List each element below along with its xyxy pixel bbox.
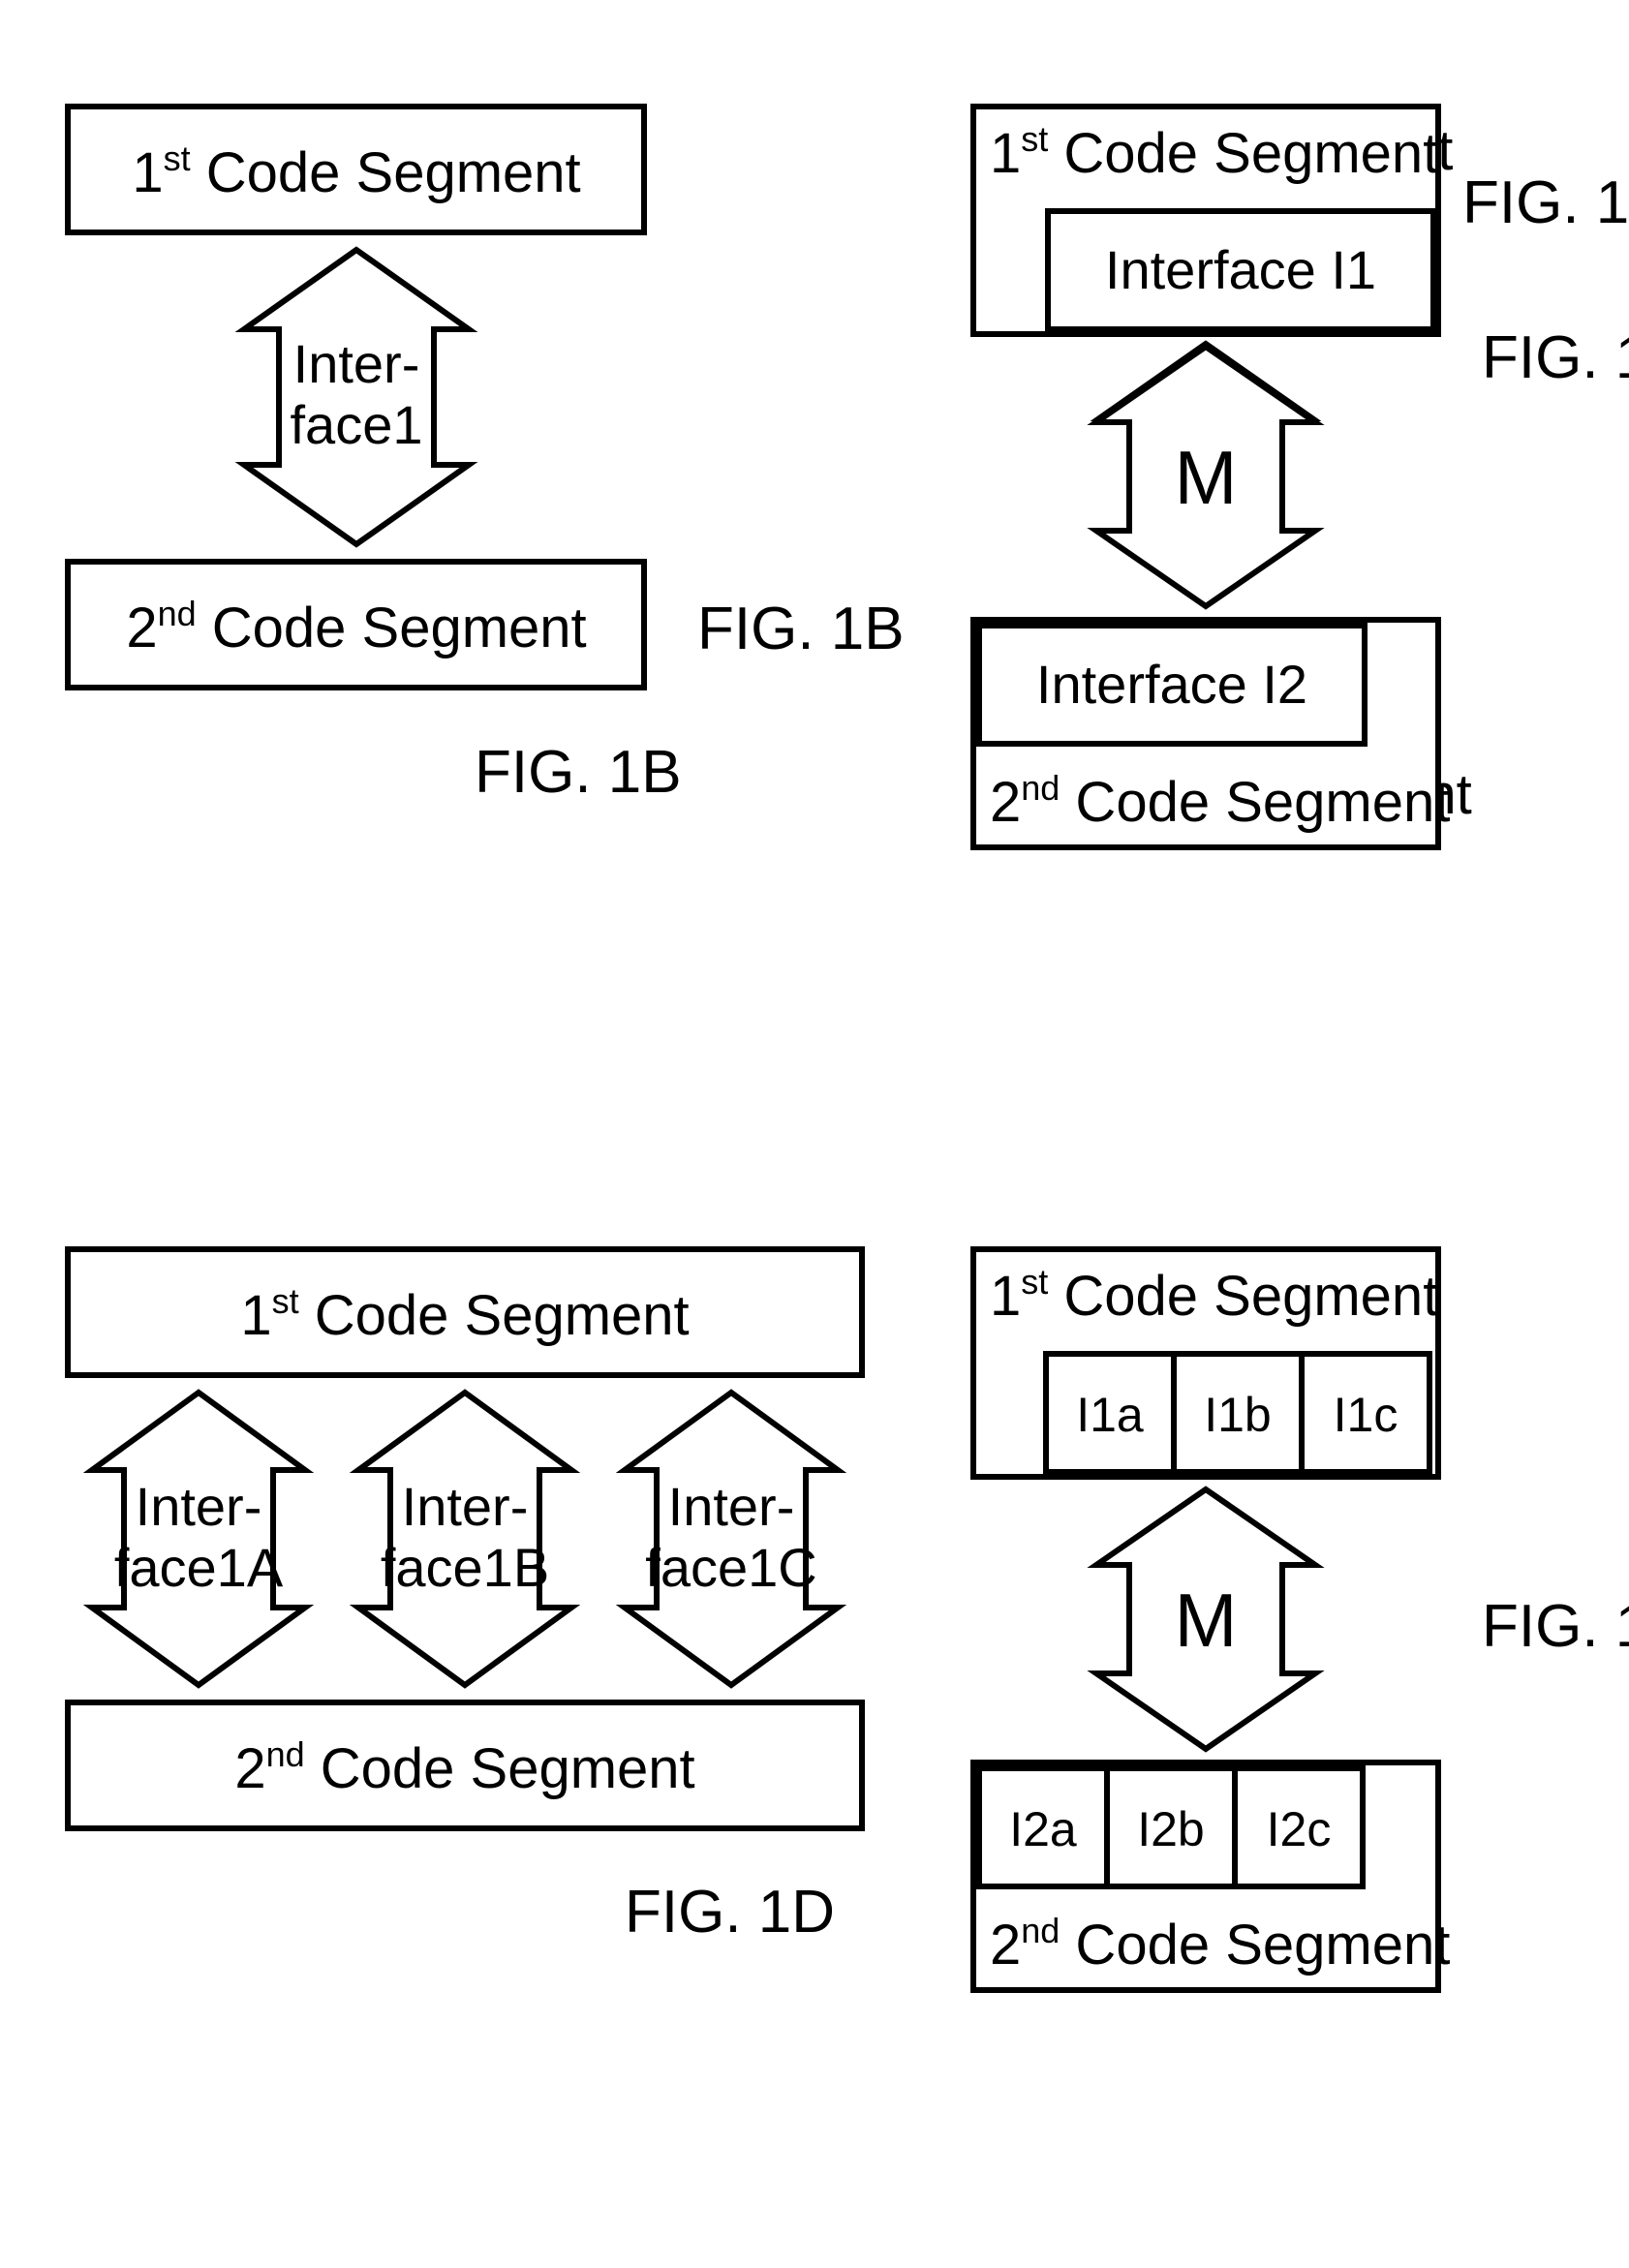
fig1d-cap: FIG. 1D [625,1879,835,1946]
fig1c-top-outer-l: 1st Code Segment [990,119,1438,185]
fig1e-top-cells: I1a I1b I1c [1046,1354,1429,1472]
svg-text:Inter-: Inter- [136,1476,262,1537]
fig-1d-g: 1st Code Segment Inter- face1A Inter- fa… [68,1249,862,1946]
svg-text:Inter-: Inter- [668,1476,795,1537]
fig1c-m: M [1175,435,1238,520]
fig1b-top: 1st Code Segment [132,138,580,204]
fig1c-bot-inner-l: Interface I2 [1036,654,1307,715]
fig1d-arrow-0: Inter- face1A [92,1393,305,1685]
svg-text:face1B: face1B [381,1537,549,1598]
svg-text:face1C: face1C [645,1537,816,1598]
svg-text:Inter-: Inter- [402,1476,529,1537]
fig1c-top-inner-l: Interface I1 [1105,239,1376,300]
fig1b-arrow-l1: Inter- [293,333,420,394]
fig1e-bot-cell-2: I2c [1267,1802,1332,1856]
fig1e-m: M [1175,1578,1238,1663]
svg-text:face1A: face1A [114,1537,284,1598]
fig-1e-g: 1st Code Segment I1a I1b I1c M I2a I2b I… [973,1249,1629,1990]
fig1d-arrow-1: Inter- face1B [358,1393,571,1685]
fig1d-top: 1st Code Segment [240,1281,689,1347]
fig1e-bot-cell-0: I2a [1009,1802,1077,1856]
fig1e-cap: FIG. 1E [1482,1593,1629,1660]
fig1e-top-cell-2: I1c [1334,1388,1398,1442]
fig1b-arrow-l2: face1 [291,394,423,455]
fig1e-bot-cell-1: I2b [1137,1802,1205,1856]
fig-1c-g: 1st Code Segment Interface I1 M Interfac… [973,107,1629,847]
fig1e-top-outer: 1st Code Segment [990,1262,1438,1328]
fig-1b-g: 1st Code Segment Inter- face1 2nd Code S… [68,107,682,806]
fig1b-cap: FIG. 1B [475,739,682,806]
fig1d-arrow-2: Inter- face1C [625,1393,838,1685]
fig1c-cap: FIG. 1C [1482,324,1629,391]
fig1e-bot-cells: I2a I2b I2c [979,1768,1363,1886]
fig1e-top-cell-0: I1a [1076,1388,1144,1442]
fig1e-top-cell-1: I1b [1204,1388,1272,1442]
